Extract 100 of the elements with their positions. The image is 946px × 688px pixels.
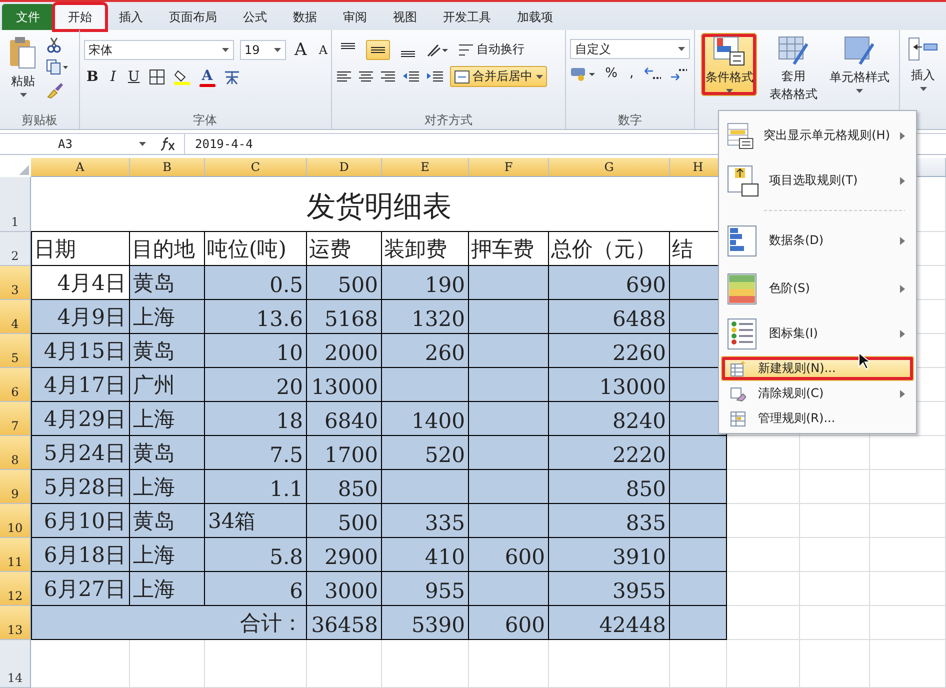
orientation-icon[interactable] [426, 42, 448, 58]
table-cell: 6月18日 [31, 538, 130, 572]
copy-icon[interactable] [46, 59, 68, 75]
table-cell [800, 572, 870, 606]
fill-bucket-icon[interactable] [172, 68, 193, 86]
table-cell: 1.1 [205, 470, 307, 504]
row-header[interactable]: 5 [0, 334, 31, 368]
outdent-icon[interactable] [402, 70, 420, 84]
table-cell [800, 640, 870, 688]
font-name-field[interactable]: 宋体 [84, 40, 234, 60]
icon-sets-icon [727, 318, 759, 350]
comma-button[interactable]: , [626, 65, 637, 82]
table-brush-icon [778, 36, 808, 66]
menu-item[interactable]: 新建规则(N)... [721, 356, 914, 381]
merge-center-button[interactable]: 合并后居中 [450, 66, 547, 87]
row-header[interactable]: 13 [0, 606, 31, 640]
submenu-arrow-icon [900, 284, 905, 292]
ribbon-tab[interactable]: 插入 [106, 4, 156, 30]
group-label: 字体 [193, 112, 218, 128]
row-header[interactable]: 1 [0, 177, 31, 232]
scissors-icon[interactable] [46, 37, 62, 53]
ribbon-tab[interactable]: 开发工具 [430, 4, 504, 30]
align-left-icon[interactable] [336, 70, 352, 84]
table-cell: 1320 [382, 300, 469, 334]
indent-icon[interactable] [426, 70, 444, 84]
row-header[interactable]: 12 [0, 572, 31, 606]
ribbon-tab[interactable]: 文件 [2, 4, 54, 30]
row-header[interactable]: 4 [0, 300, 31, 334]
row-header[interactable]: 9 [0, 470, 31, 504]
caret-icon [536, 74, 543, 78]
conditional-format-icon [713, 36, 746, 66]
table-cell: 1700 [307, 436, 382, 470]
column-header[interactable]: G [549, 158, 670, 177]
ribbon-tab[interactable]: 审阅 [330, 4, 380, 30]
row-header[interactable]: 8 [0, 436, 31, 470]
bold-button[interactable]: B [84, 68, 102, 86]
row-header[interactable]: 2 [0, 232, 31, 266]
table-cell: 上海 [130, 402, 205, 436]
currency-icon[interactable] [570, 66, 596, 82]
middle-align-button[interactable] [366, 40, 390, 60]
column-header[interactable]: A [31, 158, 130, 177]
underline-button[interactable]: U [124, 68, 143, 86]
table-cell [670, 606, 727, 640]
table-cell: 500 [307, 266, 382, 300]
align-right-icon[interactable] [380, 70, 396, 84]
shrink-font-button[interactable]: A [316, 42, 330, 58]
wrap-text-button[interactable]: 自动换行 [454, 39, 529, 60]
top-bottom-rules-icon [727, 164, 759, 196]
table-cell: 广州 [130, 368, 205, 402]
table-cell: 34箱 [205, 504, 307, 538]
grow-font-button[interactable]: A [292, 39, 310, 61]
group-label: 对齐方式 [424, 112, 472, 128]
menu-item[interactable]: 清除规则(C) [721, 381, 914, 406]
percent-button[interactable]: % [602, 65, 620, 82]
column-header[interactable]: C [205, 158, 307, 177]
table-cell: 5390 [382, 606, 469, 640]
new-rule-icon [730, 360, 746, 376]
ribbon-tab[interactable]: 视图 [380, 4, 430, 30]
paste-button[interactable]: 粘贴 [4, 33, 42, 100]
table-cell: 8240 [549, 402, 670, 436]
ribbon-tab[interactable]: 页面布局 [156, 4, 230, 30]
table-cell: 黄岛 [130, 436, 205, 470]
insert-cells-button[interactable]: 插入 [904, 33, 942, 94]
font-color-button[interactable]: A [198, 67, 216, 87]
conditional-formatting-button[interactable]: 条件格式 [701, 33, 758, 96]
row-header[interactable]: 14 [0, 640, 31, 688]
column-header[interactable]: F [469, 158, 549, 177]
menu-item[interactable]: 色阶(S) [721, 266, 914, 311]
table-cell: 黄岛 [130, 334, 205, 368]
align-center-icon[interactable] [358, 70, 374, 84]
name-box[interactable]: A3 [2, 137, 152, 151]
menu-item[interactable]: 图标集(I) [721, 311, 914, 356]
font-size-field[interactable]: 19 [240, 40, 286, 60]
table-cell: 7.5 [205, 436, 307, 470]
ribbon-tab[interactable]: 开始 [54, 4, 106, 30]
row-header[interactable]: 11 [0, 538, 31, 572]
caret-icon [20, 93, 26, 97]
row-header[interactable]: 10 [0, 504, 31, 538]
ribbon-tab[interactable]: 数据 [280, 4, 330, 30]
fx-icon[interactable] [160, 137, 176, 151]
menu-item[interactable]: 管理规则(R)... [721, 406, 914, 431]
italic-button[interactable]: I [107, 68, 119, 86]
number-format-field[interactable]: 自定义 [570, 39, 690, 59]
table-cell: 18 [205, 402, 307, 436]
table-cell [670, 572, 727, 606]
borders-icon[interactable] [148, 69, 167, 85]
format-as-table-button[interactable]: 套用 表格格式 [765, 33, 822, 105]
row-header[interactable]: 3 [0, 266, 31, 300]
column-header[interactable]: E [382, 158, 469, 177]
row-header[interactable]: 6 [0, 368, 31, 402]
ribbon-tab[interactable]: 加载项 [504, 4, 566, 30]
column-header[interactable]: D [307, 158, 382, 177]
ribbon-tab[interactable]: 公式 [230, 4, 280, 30]
table-cell: 5168 [307, 300, 382, 334]
cell-styles-button[interactable]: 单元格样式 [825, 33, 894, 96]
brush-icon[interactable] [46, 81, 64, 99]
increase-decimal-icon[interactable] [642, 66, 663, 82]
column-header[interactable]: B [130, 158, 205, 177]
row-header[interactable]: 7 [0, 402, 31, 436]
table-cell: 6488 [549, 300, 670, 334]
